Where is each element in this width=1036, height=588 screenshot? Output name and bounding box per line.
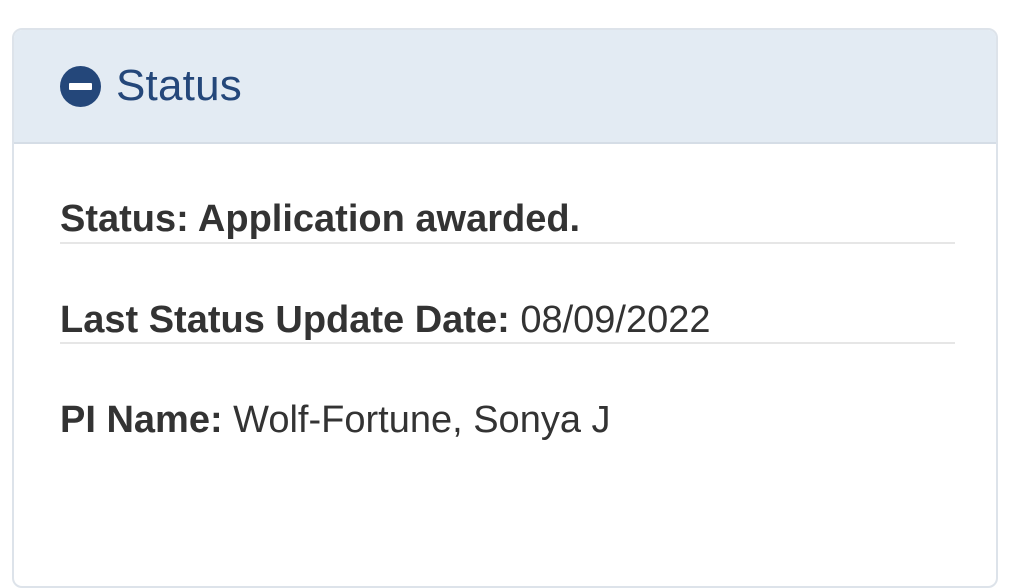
- status-panel: Status Status: Application awarded. Last…: [12, 28, 998, 588]
- status-field: Status: Application awarded.: [60, 144, 951, 242]
- status-text: Status: Application awarded.: [60, 198, 581, 240]
- panel-title: Status: [116, 61, 242, 110]
- minus-circle-icon[interactable]: [60, 65, 101, 107]
- last-status-update-value: 08/09/2022: [520, 299, 711, 341]
- pi-name-value: Wolf-Fortune, Sonya J: [233, 399, 611, 441]
- last-status-update-field: Last Status Update Date: 08/09/2022: [60, 244, 951, 342]
- last-status-update-label: Last Status Update Date:: [60, 299, 521, 341]
- status-panel-header[interactable]: Status: [14, 30, 996, 144]
- pi-name-label: PI Name:: [60, 399, 234, 441]
- pi-name-field: PI Name: Wolf-Fortune, Sonya J: [60, 344, 951, 439]
- status-panel-body: Status: Application awarded. Last Status…: [14, 144, 996, 439]
